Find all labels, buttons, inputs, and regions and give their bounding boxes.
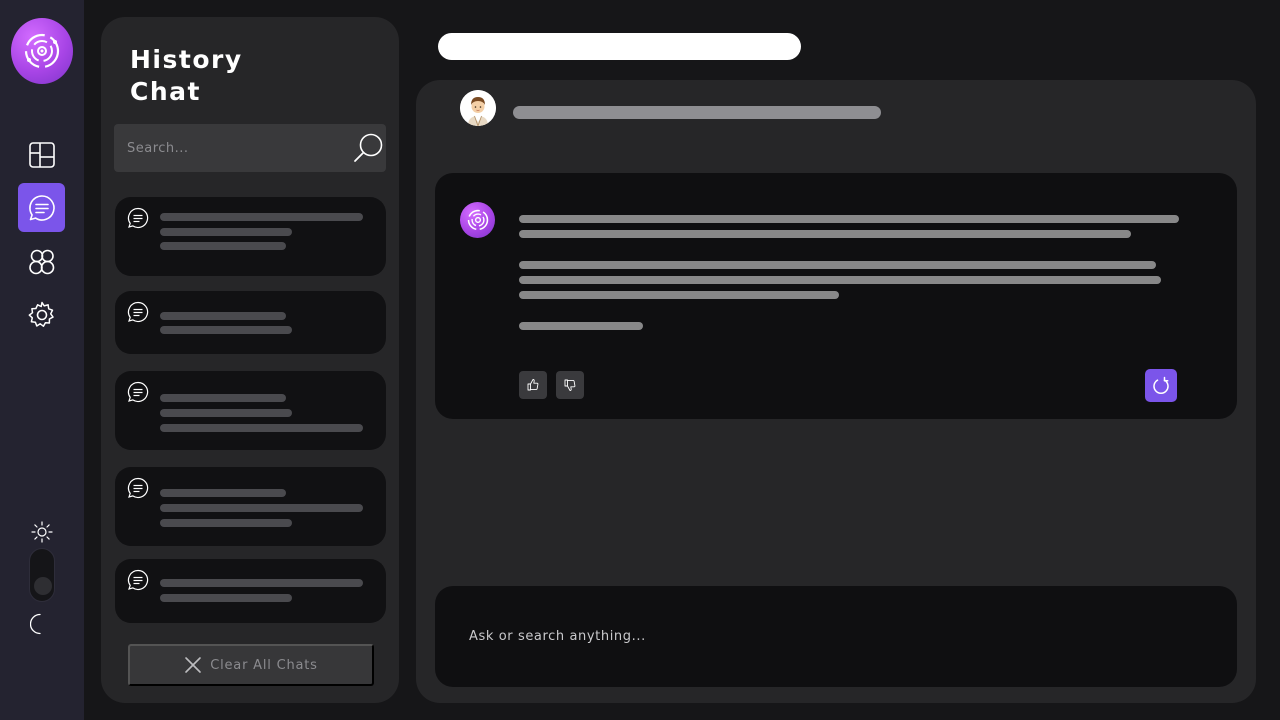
assistant-message — [435, 173, 1237, 419]
message-text-line — [519, 261, 1156, 269]
theme-toggle[interactable] — [29, 548, 55, 602]
brand-logo-icon — [467, 209, 488, 231]
regenerate-button[interactable] — [1145, 369, 1177, 402]
chat-preview-line — [160, 394, 286, 402]
close-icon — [185, 657, 202, 673]
refresh-icon — [1153, 376, 1169, 394]
history-search-input[interactable] — [114, 124, 334, 172]
chat-bubble-icon — [127, 207, 149, 229]
user-message — [513, 106, 881, 119]
nav-community-button[interactable] — [18, 237, 65, 286]
message-text-line — [519, 291, 839, 299]
search-icon[interactable] — [350, 132, 386, 164]
nav-rail — [0, 0, 84, 720]
nav-dashboard-button[interactable] — [18, 130, 65, 179]
user-avatar — [460, 90, 496, 126]
chat-panel — [416, 80, 1256, 703]
user-avatar-icon — [460, 90, 496, 126]
theme-toggle-knob[interactable] — [34, 577, 52, 595]
chat-preview-line — [160, 594, 292, 602]
thumbs-down-button[interactable] — [556, 371, 584, 399]
chat-preview-line — [160, 504, 363, 512]
brand-logo-icon — [24, 33, 60, 69]
message-text-line — [519, 276, 1161, 284]
settings-icon — [28, 301, 54, 327]
moon-icon[interactable] — [30, 612, 54, 636]
chat-bubble-icon — [127, 477, 149, 499]
history-chat-item[interactable] — [115, 371, 386, 450]
chat-bubble-icon — [127, 381, 149, 403]
chat-bubble-icon — [127, 301, 149, 323]
community-icon — [28, 249, 54, 274]
thumbs-up-icon — [527, 379, 539, 391]
thumbs-down-icon — [564, 379, 576, 391]
topbar-placeholder — [438, 33, 801, 60]
chat-preview-line — [160, 579, 363, 587]
chat-preview-line — [160, 228, 292, 236]
message-text-line — [519, 230, 1131, 238]
history-panel: History Chat Search... Clear All Chats — [101, 17, 399, 703]
chat-preview-line — [160, 213, 363, 221]
message-text-line — [519, 215, 1179, 223]
message-composer — [435, 586, 1237, 687]
assistant-avatar — [460, 202, 495, 238]
chat-preview-line — [160, 489, 286, 497]
history-chat-item[interactable] — [115, 559, 386, 623]
chat-preview-line — [160, 242, 286, 250]
chat-bubble-icon — [127, 569, 149, 591]
chat-preview-line — [160, 326, 292, 334]
history-chat-item[interactable] — [115, 197, 386, 276]
chat-preview-line — [160, 424, 363, 432]
thumbs-up-button[interactable] — [519, 371, 547, 399]
chat-icon — [28, 194, 55, 221]
history-title: History Chat — [130, 45, 243, 106]
chat-preview-line — [160, 312, 286, 320]
history-chat-item[interactable] — [115, 291, 386, 354]
brand-logo[interactable] — [11, 18, 73, 84]
clear-all-chats-button[interactable]: Clear All Chats — [128, 644, 374, 686]
dashboard-icon — [28, 141, 55, 168]
clear-all-chats-label: Clear All Chats — [210, 657, 318, 673]
chat-preview-line — [160, 519, 292, 527]
message-text-line — [519, 322, 643, 330]
nav-settings-button[interactable] — [18, 290, 65, 339]
chat-preview-line — [160, 409, 292, 417]
history-search — [114, 124, 386, 172]
message-input[interactable] — [435, 586, 1237, 687]
history-chat-item[interactable] — [115, 467, 386, 546]
nav-chat-button[interactable] — [18, 183, 65, 232]
sun-icon[interactable] — [30, 520, 54, 544]
